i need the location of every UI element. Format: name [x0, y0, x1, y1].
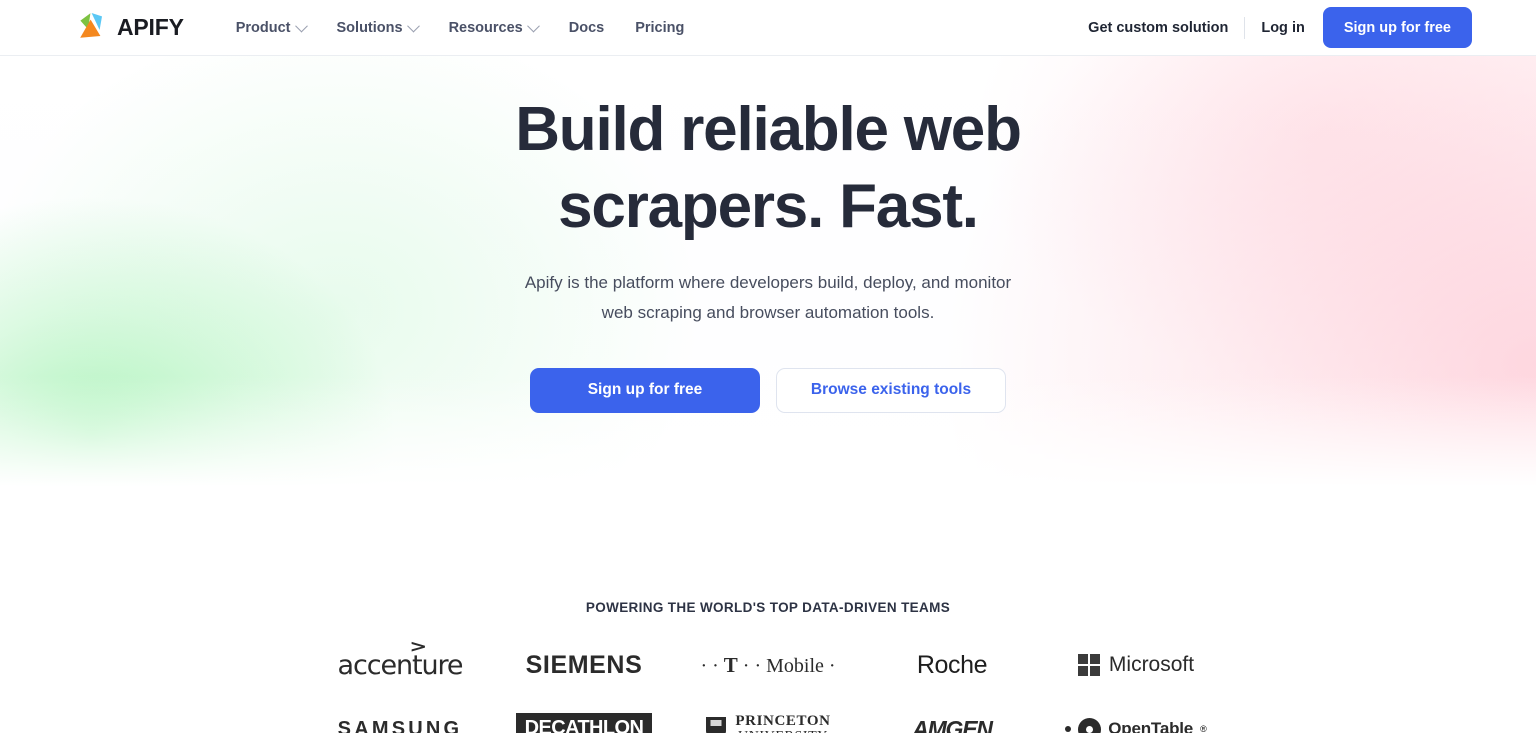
hero-cta-group: Sign up for free Browse existing tools	[0, 367, 1536, 413]
hero-subheading: Apify is the platform where developers b…	[524, 272, 1012, 322]
microsoft-wordmark: Microsoft	[1108, 653, 1195, 676]
opentable-ring-icon	[1078, 717, 1102, 733]
hero-browse-tools-button[interactable]: Browse existing tools	[776, 367, 1006, 413]
page-root: APIFY Product Solutions Resources Docs P…	[0, 0, 1536, 733]
nav-item-pricing[interactable]: Pricing	[635, 20, 684, 36]
logo-siemens: SIEMENS	[526, 645, 643, 685]
t-mobile-wordmark: · · T · · Mobile ·	[700, 653, 835, 678]
customer-logos-section: POWERING THE WORLD'S TOP DATA-DRIVEN TEA…	[0, 496, 1536, 733]
hero-signup-button[interactable]: Sign up for free	[530, 367, 760, 413]
decathlon-wordmark: DECATHLON	[515, 713, 653, 733]
princeton-shield-icon	[705, 716, 727, 733]
opentable-wordmark: OpenTable	[1108, 719, 1194, 733]
microsoft-squares-icon	[1077, 654, 1100, 676]
get-custom-solution-link[interactable]: Get custom solution	[1088, 20, 1244, 36]
customer-logo-grid: > accenture SIEMENS · · T · · Mobile · R…	[308, 637, 1228, 733]
opentable-registered-mark: ®	[1200, 724, 1207, 733]
t-mobile-dots-left: · ·	[700, 654, 719, 677]
accenture-arrow-icon: >	[409, 636, 428, 657]
hero-heading: Build reliable web scrapers. Fast.	[515, 95, 1022, 241]
nav-item-resources-label: Resources	[448, 19, 523, 36]
princeton-line-1: PRINCETON	[735, 713, 831, 730]
top-navigation-bar: APIFY Product Solutions Resources Docs P…	[0, 0, 1536, 56]
siemens-wordmark: SIEMENS	[525, 650, 643, 679]
login-link[interactable]: Log in	[1245, 20, 1323, 36]
accenture-wordmark: accenture	[337, 649, 464, 681]
princeton-line-2: UNIVERSITY	[735, 729, 830, 733]
logo-accenture: > accenture	[337, 637, 464, 685]
logo-decathlon: DECATHLON	[515, 709, 653, 733]
samsung-wordmark: SAMSUNG	[337, 717, 463, 733]
primary-nav-links: Product Solutions Resources Docs Pricing	[236, 20, 685, 36]
nav-item-docs-label: Docs	[568, 19, 605, 36]
logos-kicker-text: POWERING THE WORLD'S TOP DATA-DRIVEN TEA…	[585, 600, 951, 615]
apify-logo-icon	[78, 12, 108, 43]
nav-item-product-label: Product	[235, 19, 291, 36]
nav-item-resources[interactable]: Resources	[448, 19, 540, 36]
nav-item-docs[interactable]: Docs	[569, 20, 604, 36]
brand-name: APIFY	[117, 14, 184, 40]
t-mobile-dot-right: ·	[828, 654, 836, 677]
chevron-down-icon	[526, 19, 540, 33]
nav-item-pricing-label: Pricing	[635, 19, 685, 36]
logo-opentable: OpenTable ®	[1065, 709, 1207, 733]
t-mobile-word: Mobile	[766, 654, 824, 677]
chevron-down-icon	[406, 19, 420, 33]
amgen-wordmark: AMGEN	[912, 715, 993, 733]
logo-princeton-university: PRINCETON UNIVERSITY	[705, 709, 830, 733]
logo-t-mobile: · · T · · Mobile ·	[700, 645, 835, 685]
opentable-small-dot-icon	[1065, 726, 1072, 732]
t-mobile-t-letter: T	[723, 652, 738, 677]
t-mobile-dots-mid: · ·	[742, 654, 762, 677]
hero-content: Build reliable web scrapers. Fast. Apify…	[0, 56, 1536, 413]
logo-amgen: AMGEN	[912, 709, 993, 733]
chevron-down-icon	[294, 19, 308, 33]
nav-item-product[interactable]: Product	[235, 19, 308, 36]
nav-signup-button[interactable]: Sign up for free	[1322, 7, 1472, 48]
roche-wordmark: Roche	[916, 650, 988, 679]
hero-section: Build reliable web scrapers. Fast. Apify…	[0, 56, 1536, 496]
nav-item-solutions[interactable]: Solutions	[336, 19, 420, 36]
logo-microsoft: Microsoft	[1077, 645, 1195, 685]
princeton-wordmark: PRINCETON UNIVERSITY	[735, 713, 831, 733]
nav-item-solutions-label: Solutions	[336, 19, 403, 36]
nav-actions: Get custom solution Log in Sign up for f…	[1088, 7, 1472, 48]
logo-roche: Roche	[892, 645, 1012, 685]
brand-logo-link[interactable]: APIFY	[78, 12, 184, 43]
logo-samsung: SAMSUNG	[338, 709, 463, 733]
